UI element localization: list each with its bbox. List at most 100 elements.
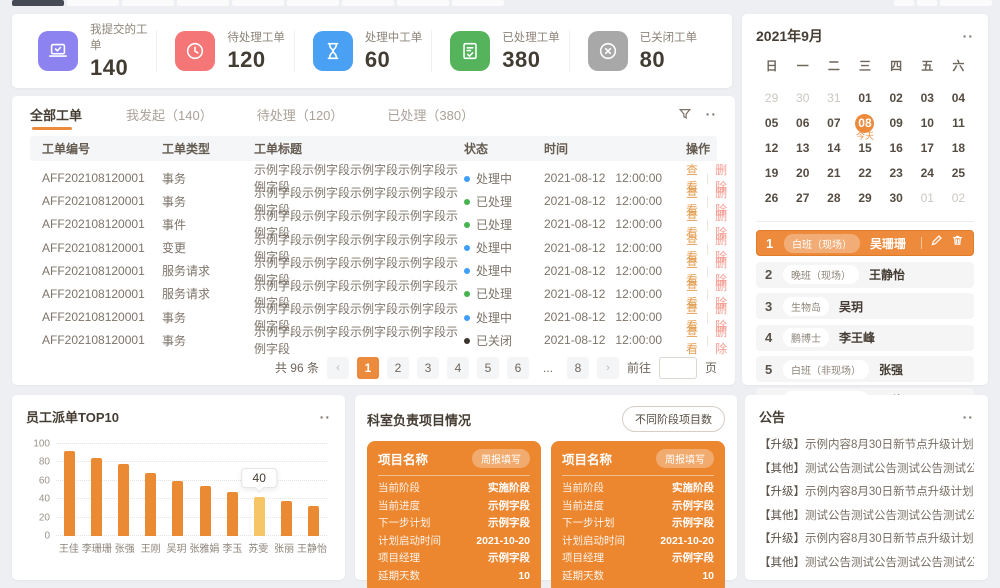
duty-row[interactable]: 3生物岛吴玥: [756, 293, 974, 319]
tab-待处理（120）[interactable]: 待处理（120）: [257, 96, 344, 132]
calendar-day-29[interactable]: 29: [849, 186, 880, 211]
bar-王刚[interactable]: [145, 473, 156, 536]
browser-tab[interactable]: [287, 0, 339, 6]
calendar-day-16[interactable]: 16: [881, 136, 912, 161]
browser-tab[interactable]: [67, 0, 119, 6]
bar-张丽[interactable]: [281, 501, 292, 536]
bar-李珊珊[interactable]: [91, 458, 102, 536]
calendar-day-01[interactable]: 01: [912, 186, 943, 211]
calendar-day-19[interactable]: 19: [756, 161, 787, 186]
calendar-day-08[interactable]: 08今天: [849, 111, 880, 136]
page-button-1[interactable]: 1: [357, 357, 379, 379]
calendar-day-05[interactable]: 05: [756, 111, 787, 136]
calendar-day-02[interactable]: 02: [943, 186, 974, 211]
browser-tab[interactable]: [452, 0, 504, 6]
browser-tab[interactable]: [342, 0, 394, 6]
tab-我发起（140）[interactable]: 我发起（140）: [126, 96, 213, 132]
calendar-day-24[interactable]: 24: [912, 161, 943, 186]
browser-tab[interactable]: [177, 0, 229, 6]
calendar-day-03[interactable]: 03: [912, 86, 943, 111]
page-button-8[interactable]: 8: [567, 357, 589, 379]
browser-control[interactable]: [894, 0, 914, 6]
duty-row[interactable]: 2晚班（现场）王静怡: [756, 262, 974, 288]
calendar-day-29[interactable]: 29: [756, 86, 787, 111]
announcement-item[interactable]: 【其他】测试公告测试公告测试公告测试公告测试公告: [759, 552, 974, 576]
page-button-5[interactable]: 5: [477, 357, 499, 379]
calendar-day-12[interactable]: 12: [756, 136, 787, 161]
stage-count-button[interactable]: 不同阶段项目数: [622, 406, 725, 432]
duty-row[interactable]: 1白班（现场）吴珊珊: [756, 230, 974, 256]
order-time: 2021-08-1212:00:00: [544, 287, 686, 301]
tab-已处理（380）[interactable]: 已处理（380）: [387, 96, 474, 132]
browser-tab[interactable]: [232, 0, 284, 6]
next-page-button[interactable]: ›: [597, 357, 619, 379]
calendar-day-07[interactable]: 07: [818, 111, 849, 136]
browser-control[interactable]: [917, 0, 937, 6]
browser-control[interactable]: [940, 0, 992, 6]
announcement-tag: 【其他】: [759, 557, 805, 569]
calendar-day-30[interactable]: 30: [787, 86, 818, 111]
bar-苏雯[interactable]: [254, 497, 265, 536]
more-icon[interactable]: ··: [320, 409, 331, 425]
more-icon[interactable]: ··: [706, 106, 717, 122]
prev-page-button[interactable]: ‹: [327, 357, 349, 379]
trash-icon[interactable]: [951, 234, 964, 252]
order-time: 2021-08-1212:00:00: [544, 333, 686, 347]
duty-list: 1白班（现场）吴珊珊 2晚班（现场）王静怡 3生物岛吴玥 4鹏博士李王峰 5白班（非现场…: [756, 230, 974, 414]
filter-icon[interactable]: [678, 107, 692, 121]
bar-王静怡[interactable]: [308, 506, 319, 536]
x-tick-label: 张强: [112, 540, 138, 555]
calendar-day-11[interactable]: 11: [943, 111, 974, 136]
duty-row[interactable]: 4鹏博士李王峰: [756, 325, 974, 351]
calendar-day-15[interactable]: 15: [849, 136, 880, 161]
calendar-day-27[interactable]: 27: [787, 186, 818, 211]
calendar-day-02[interactable]: 02: [881, 86, 912, 111]
calendar-day-28[interactable]: 28: [818, 186, 849, 211]
bar-王佳[interactable]: [64, 451, 75, 536]
page-button-6[interactable]: 6: [507, 357, 529, 379]
calendar-day-20[interactable]: 20: [787, 161, 818, 186]
view-link[interactable]: 查看: [686, 323, 700, 357]
page-button-4[interactable]: 4: [447, 357, 469, 379]
bar-张雅娟[interactable]: [200, 486, 211, 536]
calendar-day-17[interactable]: 17: [912, 136, 943, 161]
calendar-day-21[interactable]: 21: [818, 161, 849, 186]
page-button-3[interactable]: 3: [417, 357, 439, 379]
edit-icon[interactable]: [930, 234, 943, 252]
weekly-report-badge[interactable]: 周报填写: [656, 449, 714, 468]
goto-page-input[interactable]: [659, 357, 697, 379]
calendar-day-14[interactable]: 14: [818, 136, 849, 161]
tab-全部工单[interactable]: 全部工单: [30, 96, 82, 132]
duty-row[interactable]: 5白班（非现场）张强: [756, 356, 974, 382]
calendar-day-26[interactable]: 26: [756, 186, 787, 211]
bar-李玉[interactable]: [227, 492, 238, 536]
announcement-item[interactable]: 【其他】测试公告测试公告测试公告测试公告测试公告: [759, 505, 974, 529]
calendar-day-06[interactable]: 06: [787, 111, 818, 136]
browser-tab[interactable]: [12, 0, 64, 6]
calendar-day-23[interactable]: 23: [881, 161, 912, 186]
more-icon[interactable]: ··: [963, 28, 974, 44]
bar-吴玥[interactable]: [172, 481, 183, 536]
calendar-day-10[interactable]: 10: [912, 111, 943, 136]
bar-张强[interactable]: [118, 464, 129, 536]
calendar-day-18[interactable]: 18: [943, 136, 974, 161]
announcement-item[interactable]: 【升级】示例内容8月30日新节点升级计划通知: [759, 481, 974, 505]
announcement-item[interactable]: 【升级】示例内容8月30日新节点升级计划通知: [759, 528, 974, 552]
calendar-day-30[interactable]: 30: [881, 186, 912, 211]
calendar-day-13[interactable]: 13: [787, 136, 818, 161]
browser-tab[interactable]: [397, 0, 449, 6]
browser-tab[interactable]: [122, 0, 174, 6]
delete-link[interactable]: 删除: [715, 323, 729, 357]
announcement-item[interactable]: 【其他】测试公告测试公告测试公告测试公告测试公告: [759, 458, 974, 482]
calendar-day-22[interactable]: 22: [849, 161, 880, 186]
calendar-day-01[interactable]: 01: [849, 86, 880, 111]
weekly-report-badge[interactable]: 周报填写: [472, 449, 530, 468]
calendar-day-09[interactable]: 09: [881, 111, 912, 136]
more-icon[interactable]: ··: [963, 409, 974, 425]
order-status: 处理中: [464, 170, 544, 187]
announcement-item[interactable]: 【升级】示例内容8月30日新节点升级计划通知: [759, 434, 974, 458]
calendar-day-25[interactable]: 25: [943, 161, 974, 186]
calendar-day-04[interactable]: 04: [943, 86, 974, 111]
calendar-day-31[interactable]: 31: [818, 86, 849, 111]
page-button-2[interactable]: 2: [387, 357, 409, 379]
